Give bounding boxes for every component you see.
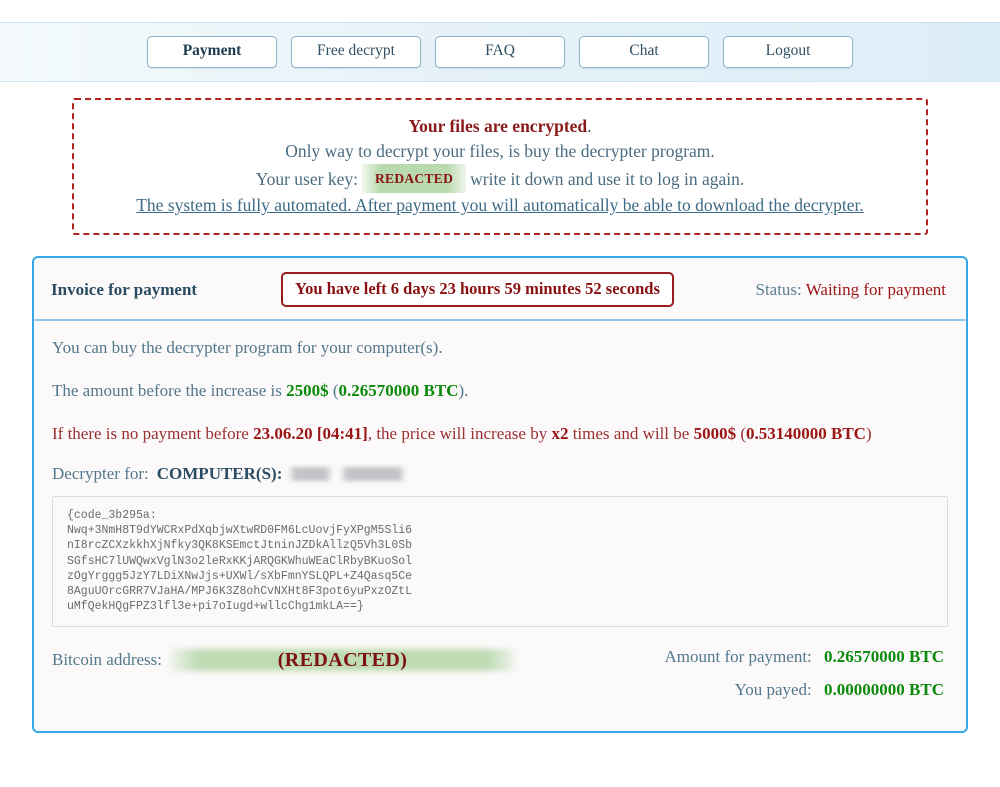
nav-button-chat-label: Chat bbox=[629, 42, 659, 59]
page-top-spacer bbox=[0, 0, 1000, 22]
invoice-intro-text: You can buy the decrypter program for yo… bbox=[52, 338, 443, 357]
increase-paren-close: ) bbox=[865, 424, 872, 443]
amounts-column: Amount for payment: 0.26570000 BTC You p… bbox=[664, 647, 948, 713]
current-amount-paren-close: ). bbox=[458, 381, 469, 400]
encryption-warning-box: Your files are encrypted. Only way to de… bbox=[72, 98, 928, 235]
encryption-code-block[interactable]: {code_3b295a: Nwq+3NmH8T9dYWCRxPdXqbjwXt… bbox=[52, 496, 948, 628]
nav-button-payment[interactable]: Payment bbox=[147, 36, 277, 68]
invoice-footer-row: Bitcoin address: (REDACTED) Amount for p… bbox=[52, 647, 948, 713]
invoice-header: Invoice for payment You have left 6 days… bbox=[35, 258, 965, 321]
you-payed-label: You payed: bbox=[734, 680, 812, 700]
current-amount-usd: 2500$ bbox=[286, 381, 329, 400]
invoice-wrapper: Invoice for payment You have left 6 days… bbox=[0, 235, 1000, 734]
amount-for-payment-label: Amount for payment: bbox=[664, 647, 812, 667]
bitcoin-address-column: Bitcoin address: (REDACTED) bbox=[52, 647, 664, 672]
nav-button-chat[interactable]: Chat bbox=[579, 36, 709, 68]
bitcoin-address-redacted: (REDACTED) bbox=[170, 649, 516, 672]
countdown-timer: You have left 6 days 23 hours 59 minutes… bbox=[281, 272, 674, 307]
status-badge: Waiting for payment bbox=[805, 279, 946, 299]
user-key-instruction: write it down and use it to log in again… bbox=[470, 169, 745, 189]
decrypter-for-line: Decrypter for: COMPUTER(S): bbox=[52, 464, 948, 484]
increase-deadline: 23.06.20 [04:41] bbox=[253, 424, 368, 443]
increase-mid-text-2: times and will be bbox=[572, 424, 690, 443]
nav-button-logout-label: Logout bbox=[765, 42, 811, 59]
computers-label: COMPUTER(S): bbox=[156, 464, 283, 483]
bitcoin-address-label: Bitcoin address: bbox=[52, 650, 163, 670]
warning-headline: Your files are encrypted. bbox=[84, 114, 916, 139]
invoice-panel: Invoice for payment You have left 6 days… bbox=[32, 256, 968, 734]
nav-button-payment-label: Payment bbox=[182, 42, 242, 59]
nav-button-faq-label: FAQ bbox=[485, 42, 515, 59]
warning-banner-wrapper: Your files are encrypted. Only way to de… bbox=[0, 82, 1000, 235]
user-key-label: Your user key: bbox=[255, 169, 358, 189]
bitcoin-address-line: Bitcoin address: (REDACTED) bbox=[52, 649, 664, 672]
nav-button-logout[interactable]: Logout bbox=[723, 36, 853, 68]
nav-button-faq[interactable]: FAQ bbox=[435, 36, 565, 68]
you-payed-row: You payed: 0.00000000 BTC bbox=[664, 680, 944, 700]
user-key-redacted-badge: REDACTED bbox=[361, 164, 467, 193]
increase-mid-text: , the price will increase by bbox=[367, 424, 548, 443]
you-payed-value: 0.00000000 BTC bbox=[824, 680, 944, 700]
current-amount-btc: 0.26570000 BTC bbox=[338, 381, 459, 400]
warning-headline-period: . bbox=[587, 116, 592, 136]
bitcoin-address-value: (REDACTED) bbox=[277, 649, 408, 672]
nav-button-free-decrypt[interactable]: Free decrypt bbox=[291, 36, 421, 68]
invoice-body: You can buy the decrypter program for yo… bbox=[34, 321, 966, 731]
amount-for-payment-row: Amount for payment: 0.26570000 BTC bbox=[664, 647, 944, 667]
payment-status: Status: Waiting for payment bbox=[674, 280, 949, 300]
invoice-title: Invoice for payment bbox=[51, 279, 198, 299]
price-increase-line: If there is no payment before 23.06.20 [… bbox=[52, 423, 948, 444]
warning-headline-bold: Your files are encrypted bbox=[408, 116, 588, 136]
increase-amount-btc: 0.53140000 BTC bbox=[746, 424, 866, 443]
increase-amount-usd: 5000$ bbox=[693, 424, 737, 443]
increase-prefix: If there is no payment before bbox=[52, 424, 249, 443]
warning-automation-note: The system is fully automated. After pay… bbox=[136, 195, 864, 215]
current-amount-line: The amount before the increase is 2500$ … bbox=[52, 380, 948, 401]
computers-value-redacted bbox=[288, 467, 407, 481]
increase-multiplier: x2 bbox=[551, 424, 569, 443]
status-label: Status: bbox=[755, 279, 802, 299]
nav-button-free-decrypt-label: Free decrypt bbox=[317, 42, 395, 59]
warning-user-key-line: Your user key: REDACTED write it down and … bbox=[84, 164, 916, 193]
amount-for-payment-value: 0.26570000 BTC bbox=[824, 647, 944, 667]
top-navigation-bar: Payment Free decrypt FAQ Chat Logout bbox=[0, 22, 1000, 82]
warning-subline: Only way to decrypt your files, is buy t… bbox=[285, 141, 715, 161]
decrypter-for-label: Decrypter for: bbox=[52, 464, 149, 483]
current-amount-prefix: The amount before the increase is bbox=[52, 381, 282, 400]
